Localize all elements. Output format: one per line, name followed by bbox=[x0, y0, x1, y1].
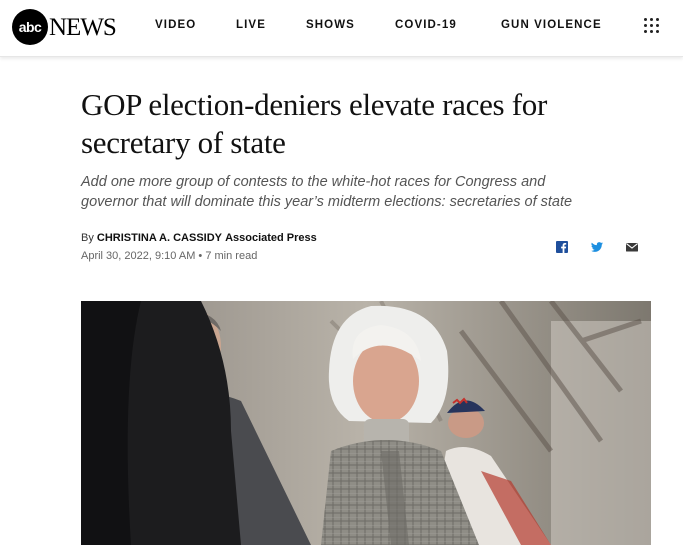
author-link[interactable]: CHRISTINA A. CASSIDY bbox=[97, 232, 222, 244]
article-meta: April 30, 2022, 9:10 AM • 7 min read bbox=[81, 250, 257, 262]
dek-line-1: Add one more group of contests to the wh… bbox=[81, 174, 546, 190]
article-hero-photo bbox=[81, 301, 651, 545]
nav-covid-19[interactable]: COVID-19 bbox=[395, 19, 457, 31]
article-subheadline: Add one more group of contests to the wh… bbox=[81, 172, 641, 212]
twitter-icon[interactable] bbox=[590, 240, 604, 254]
abc-logo-mark: abc bbox=[12, 9, 48, 45]
nav-shows[interactable]: SHOWS bbox=[306, 19, 355, 31]
hero-photo-illustration bbox=[81, 301, 651, 545]
dek-line-2: governor that will dominate this year’s … bbox=[81, 194, 573, 210]
byline-prefix: By bbox=[81, 232, 94, 244]
publish-date: April 30, 2022, 9:10 AM bbox=[81, 250, 196, 262]
headline-line-2: secretary of state bbox=[81, 125, 286, 160]
nav-video[interactable]: VIDEO bbox=[155, 19, 196, 31]
nav-live[interactable]: LIVE bbox=[236, 19, 266, 31]
source-name: Associated Press bbox=[225, 232, 317, 244]
read-time: 7 min read bbox=[205, 250, 258, 262]
facebook-icon[interactable] bbox=[555, 240, 569, 254]
news-wordmark: NEWS bbox=[49, 13, 117, 41]
byline: By CHRISTINA A. CASSIDY Associated Press bbox=[81, 232, 317, 244]
abc-news-logo[interactable]: abc NEWS bbox=[12, 8, 117, 46]
nav-gun-violence[interactable]: GUN VIOLENCE bbox=[501, 19, 602, 31]
article-headline: GOP election-deniers elevate races for s… bbox=[81, 86, 641, 162]
email-icon[interactable] bbox=[625, 240, 639, 254]
headline-line-1: GOP election-deniers elevate races for bbox=[81, 87, 547, 122]
site-header: abc NEWS VIDEO LIVE SHOWS COVID-19 GUN V… bbox=[0, 0, 683, 57]
app-grid-menu-icon[interactable] bbox=[644, 18, 660, 34]
meta-separator: • bbox=[198, 250, 203, 262]
